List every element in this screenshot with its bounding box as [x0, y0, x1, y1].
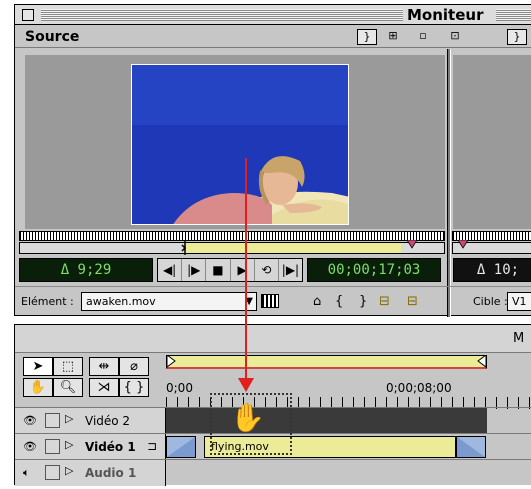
close-box-icon[interactable]: [22, 9, 34, 21]
element-select[interactable]: awaken.mov ▼: [81, 292, 257, 311]
speaker-icon[interactable]: 🔈︎: [23, 467, 41, 479]
lock-box[interactable]: [45, 439, 60, 454]
razor-tool-icon[interactable]: ⌀: [119, 357, 149, 376]
grab-hand-cursor-icon: ✋: [230, 401, 265, 434]
program-viewer[interactable]: [453, 55, 531, 229]
source-header: Source } ⊞ ▫: [15, 26, 445, 48]
program-timecode: Δ 10;: [453, 258, 531, 282]
hand-tool-icon[interactable]: ✋: [23, 378, 53, 397]
program-playhead-marker[interactable]: [457, 240, 469, 252]
source-viewer[interactable]: [25, 55, 445, 229]
transition-clip[interactable]: [456, 436, 486, 458]
expand-triangle-icon[interactable]: ▷: [65, 438, 73, 451]
transition-icon: [457, 437, 485, 457]
overlay-button[interactable]: ⊟: [407, 293, 418, 311]
hdr-button-2[interactable]: }: [507, 29, 527, 45]
video-still-image: [132, 65, 348, 224]
ruler-label: 0;00: [166, 381, 193, 395]
track-header: 🔈︎ ▷ Audio 1: [15, 460, 166, 486]
transition-icon: [167, 437, 195, 457]
in-out-range: [186, 243, 401, 253]
in-out-tool-icon[interactable]: { }: [119, 378, 149, 397]
marquee-tool-icon[interactable]: ⬚: [53, 357, 83, 376]
source-label: Source: [25, 29, 80, 45]
timeline-titlebar[interactable]: M: [15, 325, 531, 353]
monitor-splitter[interactable]: [447, 49, 451, 317]
target-select[interactable]: V1: [507, 292, 531, 311]
timeline-title: M: [513, 331, 525, 346]
program-scrub-bar[interactable]: [452, 240, 531, 254]
playhead-marker[interactable]: [406, 240, 418, 252]
drag-arrow-line: [245, 158, 247, 381]
single-view-icon[interactable]: ▫: [413, 29, 433, 45]
transition-clip[interactable]: [166, 436, 196, 458]
mark-out-button[interactable]: }: [359, 293, 367, 311]
lock-box[interactable]: [45, 413, 60, 428]
monitor-titlebar[interactable]: Moniteur: [15, 5, 531, 25]
element-select-value: awaken.mov: [86, 295, 156, 308]
play-in-out-button[interactable]: |▶|: [279, 259, 302, 281]
dual-view-icon[interactable]: ⊞: [383, 29, 403, 45]
element-row: Elément : awaken.mov ▼ ⌂ { } ⊟ ⊟ Cible :…: [15, 286, 531, 316]
expand-triangle-icon[interactable]: ▷: [65, 412, 73, 425]
expand-triangle-icon[interactable]: ▷: [65, 464, 73, 477]
play-button[interactable]: ▶: [231, 259, 255, 281]
trim-view-icon[interactable]: ⊡: [445, 29, 465, 45]
track-select-tool-icon[interactable]: ⇹: [89, 357, 119, 376]
drag-arrow-head-icon: [238, 378, 254, 392]
track-option-icon[interactable]: ⊐: [147, 439, 157, 453]
track-name: Vidéo 1: [85, 440, 136, 454]
step-forward-button[interactable]: |▶: [182, 259, 207, 281]
window-title: Moniteur: [407, 6, 484, 24]
work-area-bar[interactable]: [166, 355, 487, 369]
loop-button[interactable]: ⟲: [255, 259, 279, 281]
video-frame[interactable]: [131, 64, 349, 225]
insert-button[interactable]: ⊟: [379, 293, 390, 311]
monitor-window: Moniteur Source } ⊞ ▫ ⊡ } Δ 9;29 ◀| |▶ ■…: [14, 4, 531, 317]
track-name: Vidéo 2: [85, 414, 131, 428]
in-point-marker[interactable]: [180, 241, 190, 255]
transport-controls: ◀| |▶ ■ ▶ ⟲ |▶|: [157, 258, 303, 282]
eye-icon[interactable]: 👁︎: [23, 415, 41, 427]
mark-in-button[interactable]: {: [335, 293, 343, 311]
step-back-button[interactable]: ◀|: [158, 259, 183, 281]
titlebar-stripes: [496, 9, 531, 21]
work-area-start-marker[interactable]: [166, 355, 176, 369]
track-header: 👁︎ ▷ Vidéo 1 ⊐: [15, 434, 166, 460]
lock-box[interactable]: [45, 465, 60, 480]
current-timecode[interactable]: 00;00;17;03: [307, 258, 441, 282]
ripple-tool-icon[interactable]: ⋊: [89, 378, 119, 397]
hdr-button-1[interactable]: }: [357, 29, 377, 45]
eye-icon[interactable]: 👁︎: [23, 441, 41, 453]
zoom-tool-icon[interactable]: 🔍︎: [53, 378, 83, 397]
stop-button[interactable]: ■: [206, 259, 231, 281]
source-time-ruler[interactable]: [19, 231, 445, 241]
element-label: Elément :: [21, 295, 74, 308]
target-label: Cible :: [473, 295, 508, 308]
titlebar-stripes: [41, 9, 403, 21]
source-scrub-bar[interactable]: [19, 240, 445, 255]
track-header: 👁︎ ▷ Vidéo 2: [15, 408, 166, 434]
selection-tool-icon[interactable]: ➤: [23, 357, 53, 376]
track-name: Audio 1: [85, 466, 137, 480]
filmstrip-icon[interactable]: [261, 294, 279, 308]
program-header: ⊡ }: [445, 26, 531, 48]
duration-timecode: Δ 9;29: [19, 258, 153, 282]
work-area-end-marker[interactable]: [477, 355, 487, 369]
mark-button[interactable]: ⌂: [313, 293, 321, 311]
ruler-label: 0;00;08;00: [386, 381, 452, 395]
